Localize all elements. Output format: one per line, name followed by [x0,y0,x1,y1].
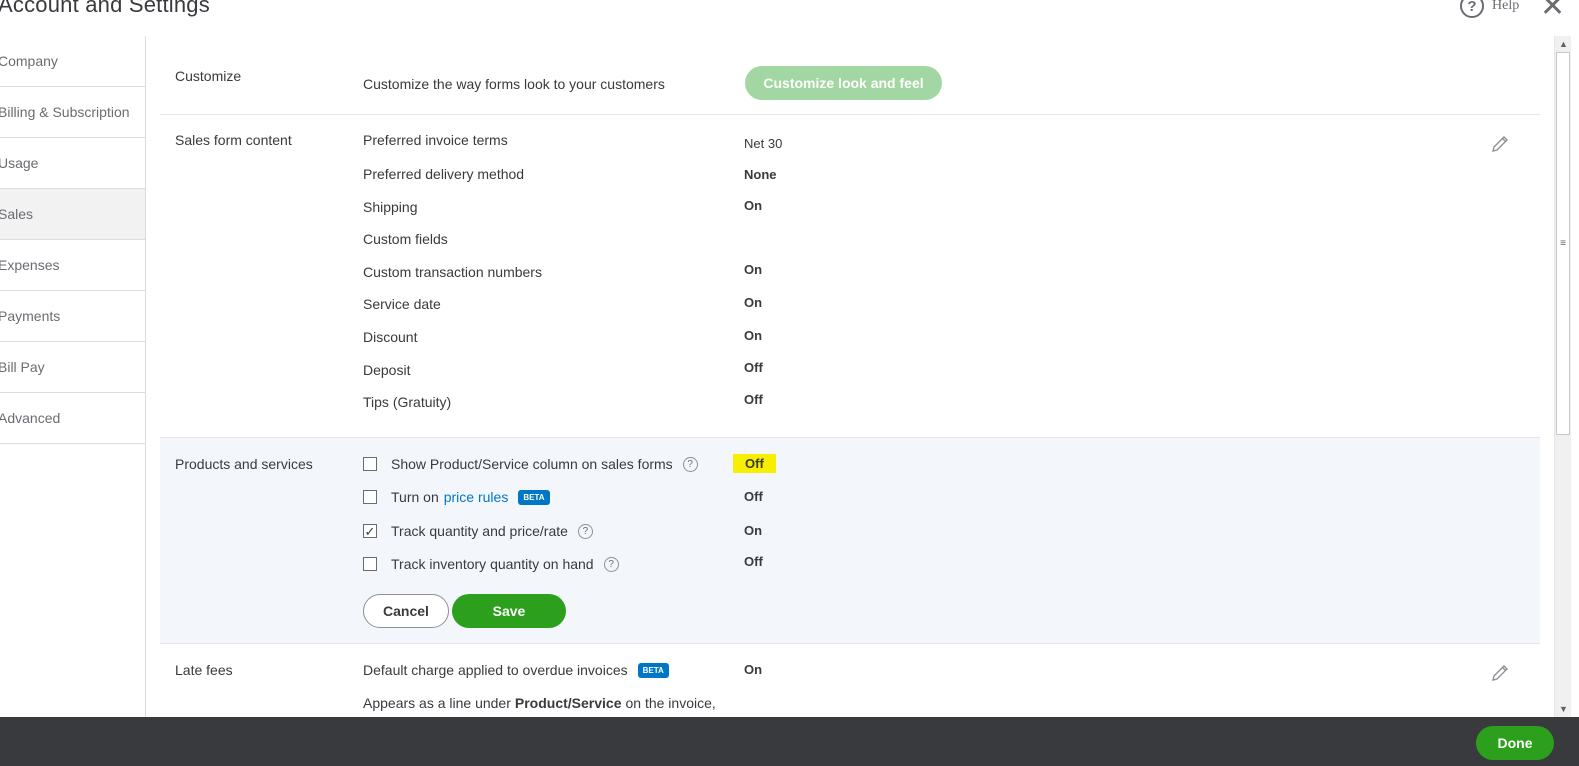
show-product-column-option: Show Product/Service column on sales for… [363,456,698,472]
row-value-shipping: On [744,198,763,213]
sidebar-item-bill-pay[interactable]: Bill Pay [0,342,145,393]
sidebar-item-billing-subscription[interactable]: Billing & Subscription [0,87,145,138]
show-product-column-label: Show Product/Service column on sales for… [391,456,673,472]
late-fees-desc-prefix: Appears as a line under [363,695,511,711]
row-label-tips: Tips (Gratuity) [363,394,452,410]
section-label-late-fees: Late fees [175,662,233,678]
row-label-deposit: Deposit [363,362,411,378]
help-label: Help [1492,0,1520,13]
beta-badge: BETA [637,662,669,678]
track-inventory-value: Off [744,554,763,569]
products-services-section: Products and services Show Product/Servi… [160,438,1540,644]
help-link[interactable]: ? Help [1460,0,1519,18]
track-inventory-option: Track inventory quantity on hand ? [363,556,619,572]
info-icon[interactable]: ? [682,456,698,472]
scroll-thumb[interactable]: ≡ [1556,52,1570,435]
row-value-custom-transaction-numbers: On [744,262,763,277]
info-icon[interactable]: ? [577,523,593,539]
price-rules-link[interactable]: price rules [444,489,509,505]
price-rules-prefix: Turn on [391,489,439,505]
settings-sidebar: Company Billing & Subscription Usage Sal… [0,36,146,722]
row-label-invoice-terms: Preferred invoice terms [363,132,508,148]
row-value-service-date: On [744,295,763,310]
track-inventory-checkbox[interactable] [363,557,377,571]
scroll-up-icon[interactable]: ▲ [1559,39,1568,49]
late-fees-description: Appears as a line under Product/Service … [363,695,716,711]
row-value-discount: On [744,328,763,343]
customize-look-and-feel-button[interactable]: Customize look and feel [745,66,942,100]
sales-form-content-section[interactable]: Sales form content Preferred invoice ter… [160,115,1540,438]
customize-section: Customize Customize the way forms look t… [160,36,1540,115]
row-label-custom-transaction-numbers: Custom transaction numbers [363,264,542,280]
track-quantity-checkbox[interactable]: ✓ [363,524,377,538]
settings-main: Customize Customize the way forms look t… [160,36,1540,722]
row-value-tips: Off [744,392,763,407]
info-icon[interactable]: ? [603,556,619,572]
section-label-sales-form-content: Sales form content [175,132,292,148]
late-fees-desc-bold: Product/Service [514,695,622,711]
close-icon[interactable]: ✕ [1540,0,1565,22]
track-quantity-label: Track quantity and price/rate [391,523,568,539]
row-label-delivery-method: Preferred delivery method [363,166,525,182]
done-button[interactable]: Done [1476,726,1554,760]
sidebar-item-payments[interactable]: Payments [0,291,145,342]
section-label-products-services: Products and services [175,456,313,472]
late-fees-value: On [744,662,763,677]
help-icon: ? [1460,0,1484,18]
customize-description: Customize the way forms look to your cus… [363,76,665,92]
sidebar-item-advanced[interactable]: Advanced [0,393,145,444]
late-fees-desc-suffix: on the invoice, [625,695,716,711]
track-quantity-option: ✓ Track quantity and price/rate ? [363,523,593,539]
page-title: Account and Settings [0,0,210,17]
sidebar-item-usage[interactable]: Usage [0,138,145,189]
price-rules-checkbox[interactable] [363,490,377,504]
late-fees-row: Default charge applied to overdue invoic… [363,662,669,678]
pencil-icon[interactable] [1490,134,1510,154]
late-fees-section[interactable]: Late fees Default charge applied to over… [160,644,1540,722]
show-product-column-checkbox[interactable] [363,457,377,471]
vertical-scrollbar[interactable]: ▲ ≡ ▼ [1554,36,1571,717]
footer-bar: Done [0,717,1579,766]
sidebar-item-company[interactable]: Company [0,36,145,87]
row-label-service-date: Service date [363,296,441,312]
late-fees-row-label: Default charge applied to overdue invoic… [363,662,628,678]
scroll-down-icon[interactable]: ▼ [1559,704,1568,714]
cancel-button[interactable]: Cancel [363,594,449,628]
show-product-column-value: Off [733,454,776,473]
pencil-icon[interactable] [1490,663,1510,683]
track-quantity-value: On [744,523,763,538]
grip-icon: ≡ [1560,238,1566,249]
sidebar-item-expenses[interactable]: Expenses [0,240,145,291]
beta-badge: BETA [518,489,550,505]
sidebar-item-sales[interactable]: Sales [0,189,145,240]
track-inventory-label: Track inventory quantity on hand [391,556,594,572]
section-label-customize: Customize [175,68,242,84]
row-label-discount: Discount [363,329,418,345]
row-value-delivery-method: None [744,167,777,182]
row-label-shipping: Shipping [363,199,418,215]
price-rules-option: Turn on price rules BETA [363,489,550,505]
price-rules-value: Off [744,489,763,504]
row-label-custom-fields: Custom fields [363,231,448,247]
row-value-deposit: Off [744,360,763,375]
row-value-invoice-terms: Net 30 [744,136,783,151]
save-button[interactable]: Save [452,594,566,628]
